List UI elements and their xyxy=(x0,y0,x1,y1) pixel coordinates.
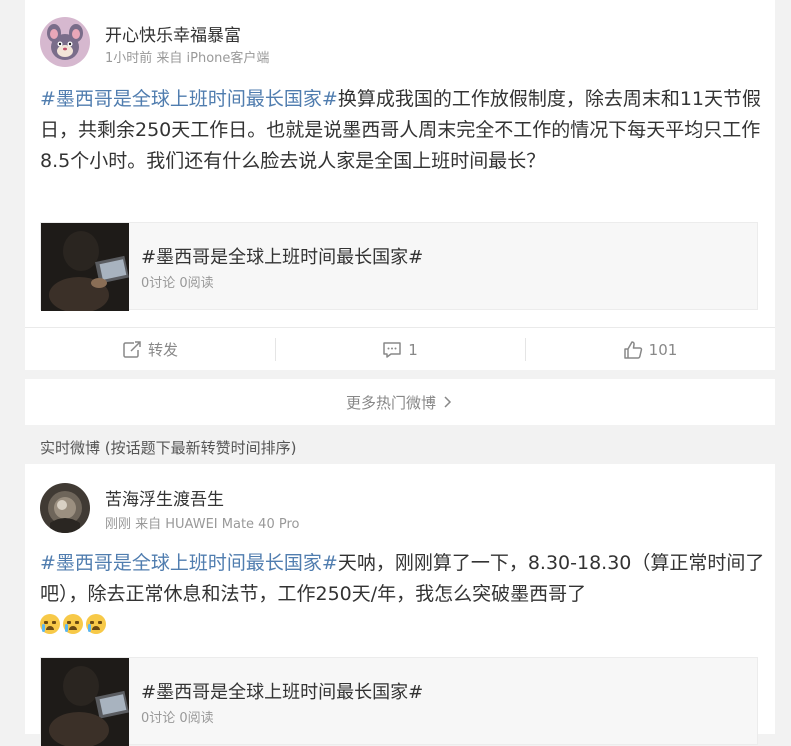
avatar[interactable] xyxy=(40,17,90,67)
post-text: #墨西哥是全球上班时间最长国家#天呐，刚刚算了一下，8.30-18.30（算正常… xyxy=(40,548,765,641)
more-hot-posts-link[interactable]: 更多热门微博 xyxy=(25,379,775,425)
hashtag-link[interactable]: #墨西哥是全球上班时间最长国家# xyxy=(40,88,338,110)
weibo-post-2: 苦海浮生渡吾生 刚刚 来自 HUAWEI Mate 40 Pro #墨西哥是全球… xyxy=(25,464,775,746)
section-title: 实时微博 (按话题下最新转赞时间排序) xyxy=(40,439,297,457)
more-hot-posts-label: 更多热门微博 xyxy=(345,393,436,412)
topic-stats: 0讨论 0阅读 xyxy=(141,711,214,726)
topic-stats: 0讨论 0阅读 xyxy=(141,276,214,291)
weibo-post-1: 开心快乐幸福暴富 1小时前 来自 iPhone客户端 #墨西哥是全球上班时间最长… xyxy=(25,0,775,370)
comment-count: 1 xyxy=(408,340,418,359)
crying-emoji-icon xyxy=(63,614,83,634)
topic-title[interactable]: #墨西哥是全球上班时间最长国家# xyxy=(141,243,423,269)
topic-title[interactable]: #墨西哥是全球上班时间最长国家# xyxy=(141,678,423,704)
action-bar: 转发 1 101 xyxy=(25,327,775,371)
topic-thumbnail xyxy=(41,658,129,746)
repost-label: 转发 xyxy=(147,341,178,359)
comment-button[interactable]: 1 xyxy=(275,328,525,371)
hashtag-link[interactable]: #墨西哥是全球上班时间最长国家# xyxy=(40,552,338,574)
topic-card[interactable]: #墨西哥是全球上班时间最长国家# 0讨论 0阅读 xyxy=(40,222,758,311)
topic-thumbnail xyxy=(41,223,129,311)
like-count: 101 xyxy=(648,340,678,359)
repost-icon xyxy=(123,340,141,358)
username[interactable]: 开心快乐幸福暴富 xyxy=(105,21,241,46)
post-meta[interactable]: 刚刚 来自 HUAWEI Mate 40 Pro xyxy=(105,513,299,532)
post-text: #墨西哥是全球上班时间最长国家#换算成我国的工作放假制度，除去周末和11天节假日… xyxy=(40,84,765,177)
avatar[interactable] xyxy=(40,483,90,533)
post-meta[interactable]: 1小时前 来自 iPhone客户端 xyxy=(105,47,269,66)
crying-emoji-icon xyxy=(40,614,60,634)
crying-emoji-icon xyxy=(86,614,106,634)
like-button[interactable]: 101 xyxy=(525,328,775,371)
username[interactable]: 苦海浮生渡吾生 xyxy=(105,485,224,510)
comment-icon xyxy=(383,341,401,358)
repost-button[interactable]: 转发 xyxy=(25,328,275,371)
chevron-right-icon xyxy=(444,396,452,408)
thumbs-up-icon xyxy=(623,340,642,359)
topic-card[interactable]: #墨西哥是全球上班时间最长国家# 0讨论 0阅读 xyxy=(40,657,758,746)
